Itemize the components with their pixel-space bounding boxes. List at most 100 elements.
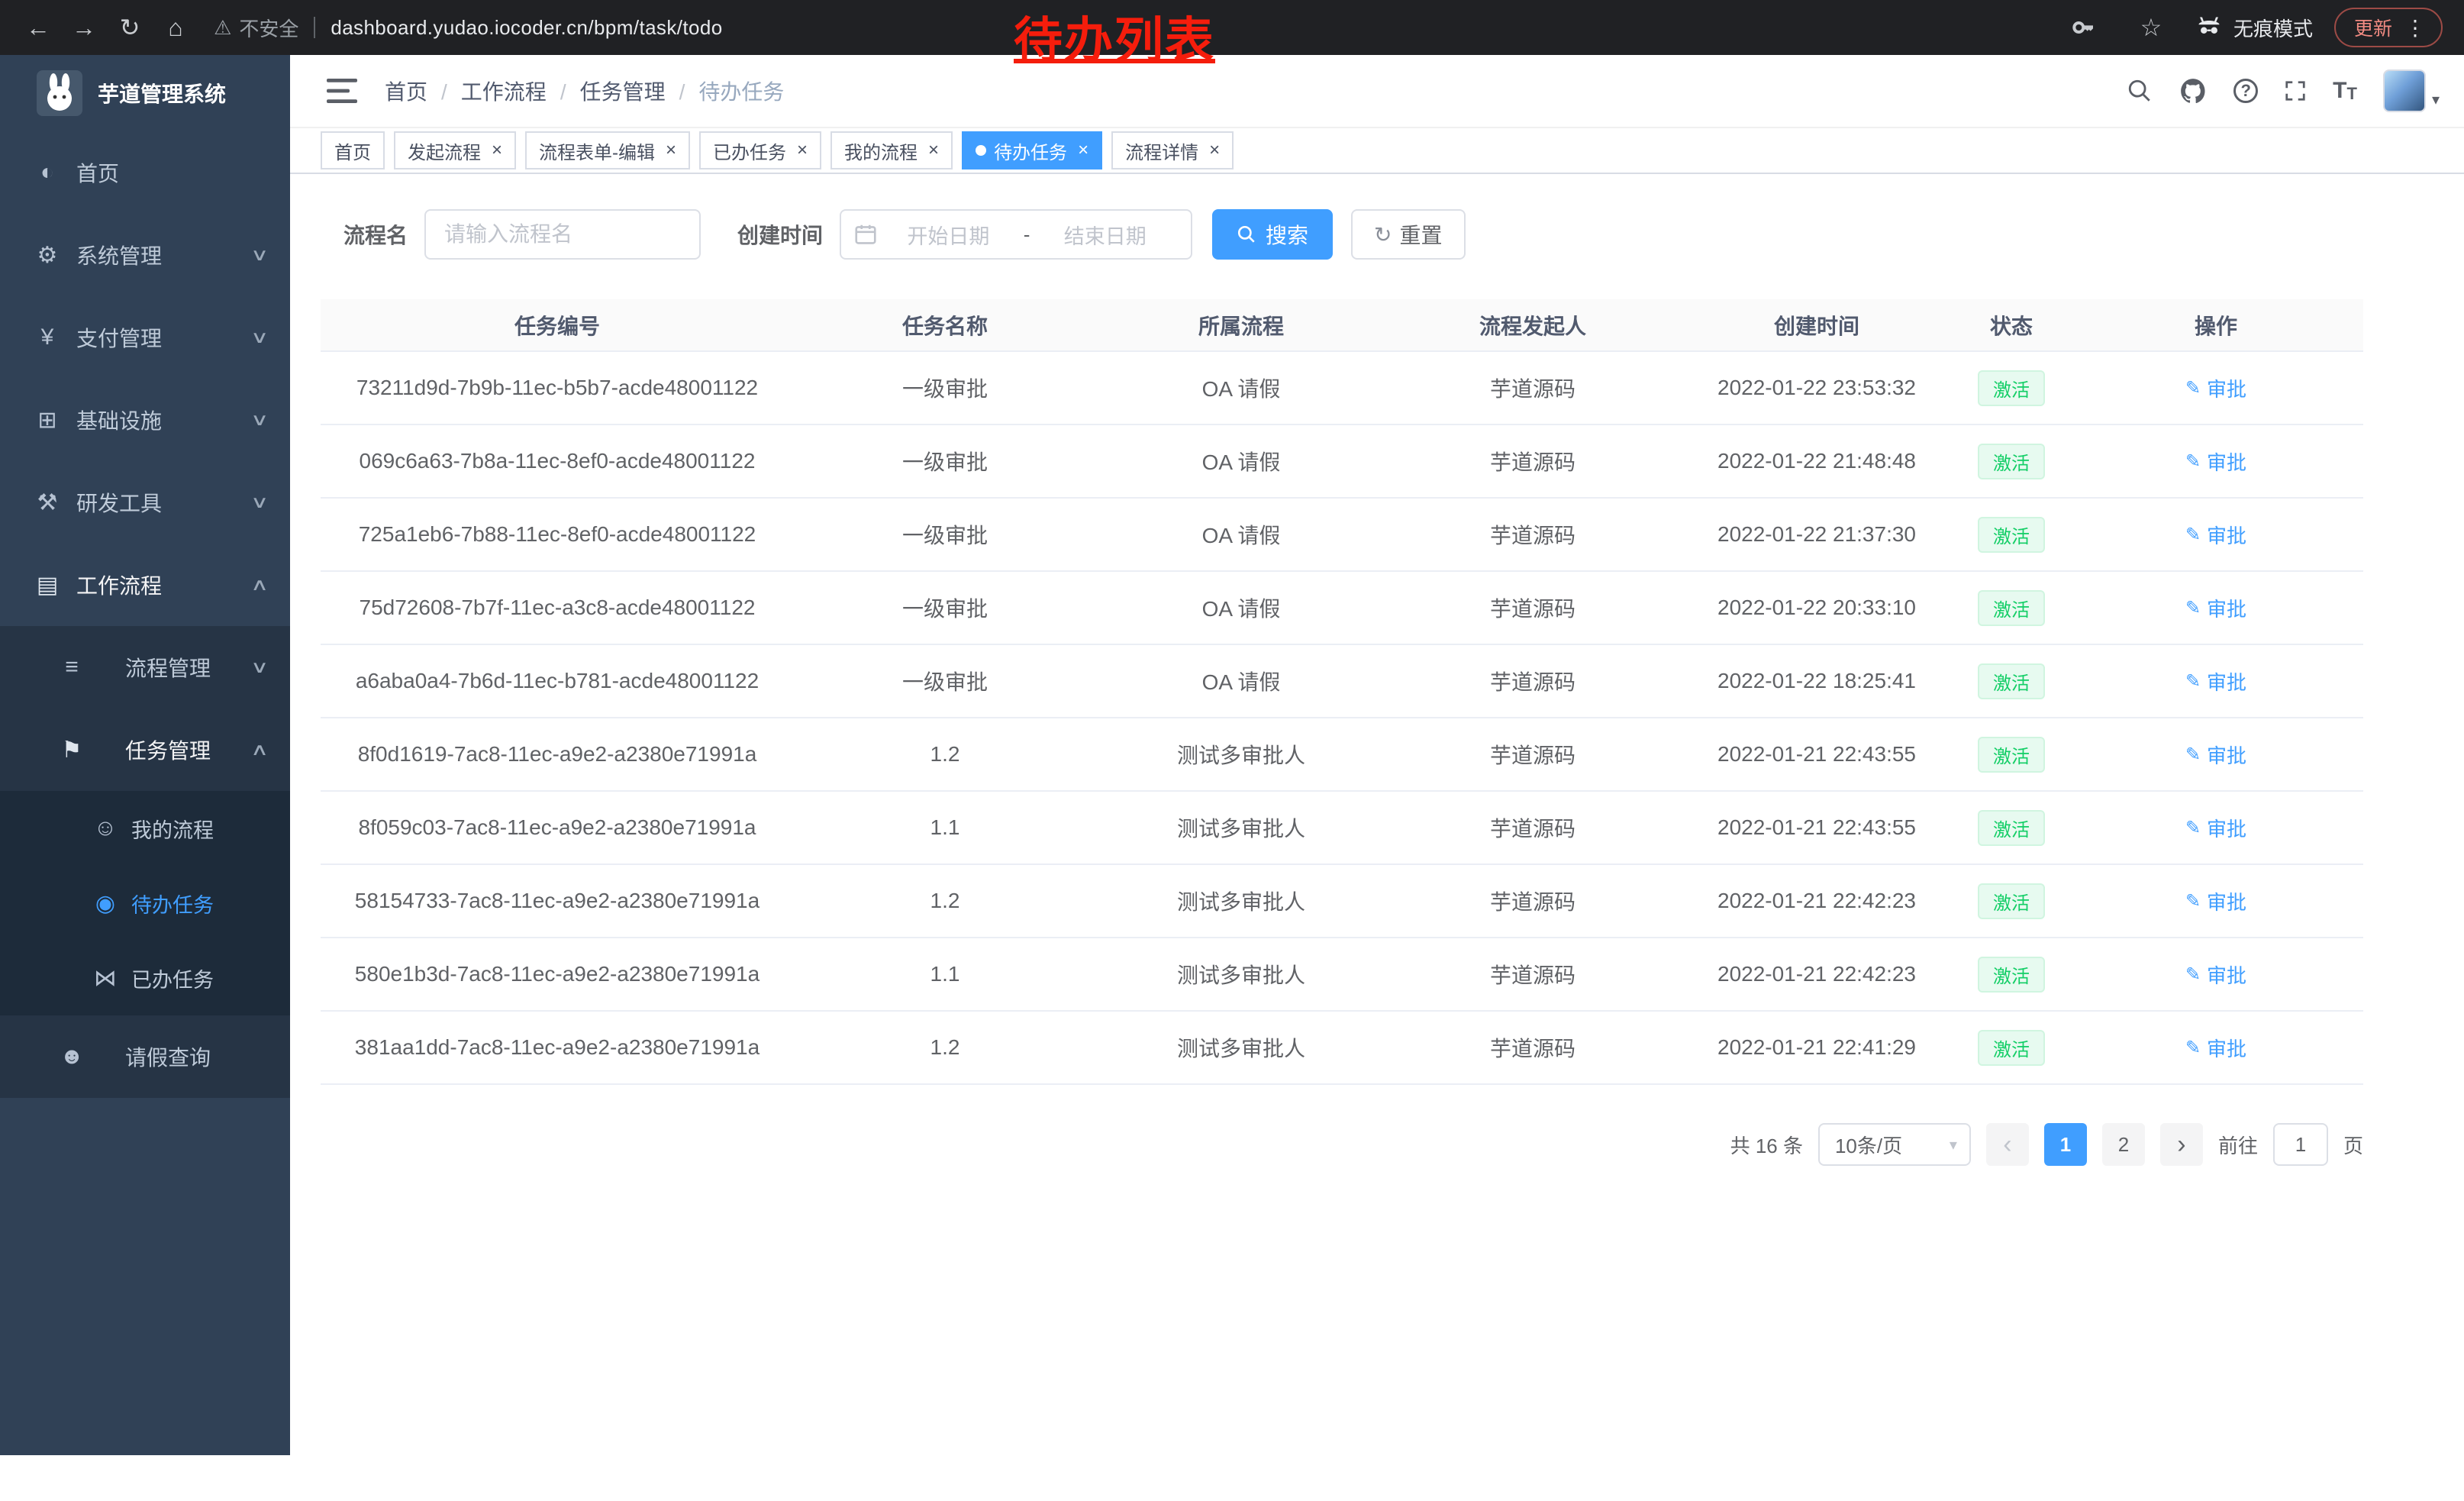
status-badge: 激活 — [1978, 517, 2045, 553]
sidebar-item-task-management[interactable]: ⚑ 任务管理 ∧ — [0, 709, 290, 791]
back-icon: ← — [26, 14, 50, 42]
cell-task-id: 725a1eb6-7b88-11ec-8ef0-acde48001122 — [321, 498, 794, 571]
breadcrumb-item[interactable]: 首页 — [385, 76, 461, 106]
approve-link[interactable]: ✎审批 — [2185, 594, 2246, 622]
search-label: 搜索 — [1266, 219, 1308, 250]
tab-process-detail[interactable]: 流程详情 × — [1111, 131, 1234, 169]
approve-link[interactable]: ✎审批 — [2185, 521, 2246, 549]
browser-back-button[interactable]: ← — [15, 5, 61, 50]
cell-process: OA 请假 — [1096, 424, 1386, 498]
cell-create-time: 2022-01-22 23:53:32 — [1679, 351, 1954, 424]
approve-link[interactable]: ✎审批 — [2185, 447, 2246, 476]
sidebar-item-leave-query[interactable]: ☻ 请假查询 — [0, 1015, 290, 1098]
approve-link[interactable]: ✎审批 — [2185, 1034, 2246, 1062]
cell-create-time: 2022-01-21 22:42:23 — [1679, 938, 1954, 1011]
tab-todo-tasks[interactable]: 待办任务 × — [962, 131, 1102, 169]
search-button[interactable] — [2127, 78, 2153, 104]
chrome-toolbar-right: ☆ 无痕模式 更新 ⋮ — [2061, 5, 2449, 50]
cell-process: 测试多审批人 — [1096, 864, 1386, 938]
sidebar-item-home[interactable]: ◐ 首页 — [0, 131, 290, 214]
browser-home-button[interactable]: ⌂ — [153, 5, 198, 50]
approve-label: 审批 — [2207, 887, 2246, 915]
browser-refresh-button[interactable]: ↻ — [107, 5, 153, 50]
sidebar-item-system[interactable]: ⚙ 系统管理 ∨ — [0, 214, 290, 296]
tags-view: 首页 发起流程 × 流程表单-编辑 × 已办任务 × 我的流程 × — [290, 128, 2464, 174]
active-dot-icon — [976, 145, 986, 156]
reset-label: 重置 — [1400, 219, 1443, 250]
edit-icon: ✎ — [2185, 597, 2201, 619]
start-date-placeholder: 开始日期 — [876, 220, 1021, 250]
sidebar-item-label: 我的流程 — [131, 814, 214, 844]
close-icon[interactable]: × — [797, 141, 808, 160]
password-key-button[interactable] — [2061, 5, 2107, 50]
update-label: 更新 — [2354, 14, 2392, 41]
sidebar-item-dev-tools[interactable]: ⚒ 研发工具 ∨ — [0, 461, 290, 544]
close-icon[interactable]: × — [1078, 141, 1088, 160]
cell-initiator: 芋道源码 — [1386, 791, 1679, 864]
next-page-button[interactable]: › — [2160, 1123, 2203, 1166]
sidebar-item-my-process[interactable]: ☺ 我的流程 — [0, 791, 290, 866]
approve-link[interactable]: ✎审批 — [2185, 374, 2246, 402]
page-1-button[interactable]: 1 — [2044, 1123, 2087, 1166]
app-logo[interactable]: 芋道管理系统 — [0, 55, 290, 131]
fullscreen-button[interactable] — [2284, 79, 2307, 102]
page-2-button[interactable]: 2 — [2102, 1123, 2145, 1166]
font-size-button[interactable]: T T — [2333, 78, 2357, 104]
close-icon[interactable]: × — [492, 141, 502, 160]
close-icon[interactable]: × — [928, 141, 939, 160]
approve-link[interactable]: ✎审批 — [2185, 667, 2246, 696]
reset-button[interactable]: ↻ 重置 — [1351, 209, 1465, 260]
font-size-icon: T — [2333, 78, 2346, 104]
tab-done-tasks[interactable]: 已办任务 × — [699, 131, 821, 169]
goto-page-input[interactable] — [2273, 1123, 2328, 1166]
sidebar-item-label: 请假查询 — [125, 1041, 211, 1072]
url-text: dashboard.yudao.iocoder.cn/bpm/task/todo — [331, 16, 722, 40]
tab-process-form-edit[interactable]: 流程表单-编辑 × — [525, 131, 690, 169]
close-icon[interactable]: × — [666, 141, 676, 160]
page-size-select[interactable]: 10条/页 ▾ — [1818, 1123, 1971, 1166]
sidebar-item-todo-tasks[interactable]: ◉ 待办任务 — [0, 866, 290, 941]
sidebar-item-infrastructure[interactable]: ⊞ 基础设施 ∨ — [0, 379, 290, 461]
tab-label: 我的流程 — [844, 137, 918, 164]
user-menu[interactable]: ▾ — [2383, 69, 2440, 112]
sidebar-item-process-management[interactable]: ≡ 流程管理 ∨ — [0, 626, 290, 709]
tab-start-process[interactable]: 发起流程 × — [394, 131, 516, 169]
chevron-down-icon: ∨ — [250, 245, 269, 265]
close-icon[interactable]: × — [1209, 141, 1220, 160]
cell-task-name: 1.2 — [794, 718, 1096, 791]
hamburger-icon[interactable] — [327, 79, 357, 103]
sidebar-item-label: 基础设施 — [76, 405, 162, 435]
table-row: 75d72608-7b7f-11ec-a3c8-acde48001122 一级审… — [321, 571, 2363, 644]
search-button-primary[interactable]: 搜索 — [1212, 209, 1333, 260]
sidebar-item-label: 任务管理 — [125, 734, 211, 765]
breadcrumb-item[interactable]: 任务管理 — [580, 76, 699, 106]
tab-label: 流程表单-编辑 — [539, 137, 655, 164]
approve-link[interactable]: ✎审批 — [2185, 741, 2246, 769]
edit-icon: ✎ — [2185, 450, 2201, 473]
tab-home[interactable]: 首页 — [321, 131, 385, 169]
tab-label: 待办任务 — [994, 137, 1067, 164]
sidebar-item-label: 首页 — [76, 157, 119, 188]
sidebar-menu: ◐ 首页 ⚙ 系统管理 ∨ ¥ 支付管理 ∨ ⊞ 基础设施 ∨ — [0, 131, 290, 1098]
sidebar-item-done-tasks[interactable]: ⋈ 已办任务 — [0, 941, 290, 1015]
help-button[interactable]: ? — [2233, 79, 2258, 103]
process-name-input[interactable] — [424, 209, 701, 260]
yen-icon: ¥ — [34, 324, 61, 350]
sidebar-item-payment[interactable]: ¥ 支付管理 ∨ — [0, 296, 290, 379]
goto-unit-label: 页 — [2343, 1131, 2363, 1159]
approve-link[interactable]: ✎审批 — [2185, 814, 2246, 842]
next-icon: › — [2177, 1131, 2185, 1157]
approve-link[interactable]: ✎审批 — [2185, 887, 2246, 915]
breadcrumb-item[interactable]: 工作流程 — [461, 76, 580, 106]
update-button[interactable]: 更新 ⋮ — [2334, 8, 2443, 47]
prev-page-button[interactable]: ‹ — [1986, 1123, 2029, 1166]
date-range-picker[interactable]: 开始日期 - 结束日期 — [840, 209, 1192, 260]
approve-link[interactable]: ✎审批 — [2185, 960, 2246, 989]
sidebar-item-workflow[interactable]: ▤ 工作流程 ∧ — [0, 544, 290, 626]
tab-my-process[interactable]: 我的流程 × — [830, 131, 953, 169]
bookmark-star-button[interactable]: ☆ — [2128, 5, 2174, 50]
github-link[interactable] — [2179, 76, 2208, 105]
cell-process: OA 请假 — [1096, 644, 1386, 718]
browser-forward-button[interactable]: → — [61, 5, 107, 50]
sidebar: 芋道管理系统 ◐ 首页 ⚙ 系统管理 ∨ ¥ 支付管理 ∨ ⊞ — [0, 55, 290, 1455]
